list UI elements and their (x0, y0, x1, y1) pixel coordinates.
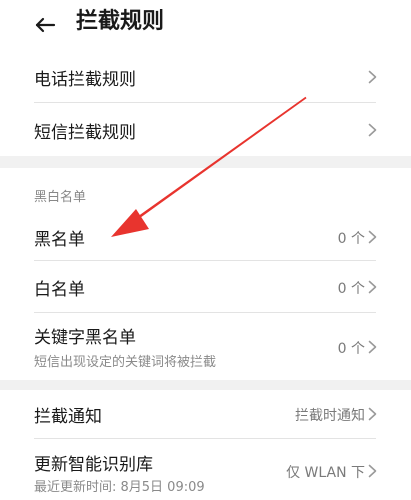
section-header: 黑白名单 (34, 190, 87, 205)
chevron-right-icon (368, 340, 377, 354)
keyword-blacklist-subtitle: 短信出现设定的关键词将被拦截 (34, 355, 217, 370)
chevron-right-icon (368, 407, 377, 421)
sms-block-rules-label: 短信拦截规则 (34, 123, 136, 143)
block-notification-value: 拦截时通知 (295, 408, 365, 424)
keyword-blacklist-count: 0 个 (337, 341, 365, 357)
chevron-right-icon (368, 464, 377, 478)
update-library-subtitle: 最近更新时间: 8月5日 09:09 (34, 480, 205, 495)
blacklist-count: 0 个 (337, 231, 365, 247)
chevron-right-icon (368, 70, 377, 84)
blackwhite-list-group: 黑白名单 黑名单 0 个 白名单 0 个 关键字黑名单 短信出现设定的关键词将被… (0, 168, 411, 380)
section-gap (0, 380, 411, 390)
back-button[interactable] (28, 10, 64, 40)
call-block-rules-item[interactable]: 电话拦截规则 (0, 52, 411, 102)
block-notification-label: 拦截通知 (34, 407, 102, 427)
whitelist-label: 白名单 (34, 280, 85, 300)
rules-group: 电话拦截规则 短信拦截规则 (0, 52, 411, 156)
chevron-right-icon (368, 123, 377, 137)
block-notification-item[interactable]: 拦截通知 拦截时通知 (0, 390, 411, 438)
chevron-right-icon (368, 280, 377, 294)
blacklist-item[interactable]: 黑名单 0 个 (0, 212, 411, 260)
call-block-rules-label: 电话拦截规则 (34, 70, 136, 90)
update-library-label: 更新智能识别库 (34, 455, 153, 475)
notification-group: 拦截通知 拦截时通知 更新智能识别库 最近更新时间: 8月5日 09:09 仅 … (0, 390, 411, 500)
whitelist-count: 0 个 (337, 281, 365, 297)
whitelist-item[interactable]: 白名单 0 个 (0, 261, 411, 312)
update-library-value: 仅 WLAN 下 (286, 465, 365, 481)
sms-block-rules-item[interactable]: 短信拦截规则 (0, 103, 411, 156)
app-header: 拦截规则 (0, 0, 411, 52)
update-library-item[interactable]: 更新智能识别库 最近更新时间: 8月5日 09:09 仅 WLAN 下 (0, 439, 411, 500)
section-gap (0, 156, 411, 168)
chevron-right-icon (368, 230, 377, 244)
page-title: 拦截规则 (76, 9, 165, 34)
keyword-blacklist-item[interactable]: 关键字黑名单 短信出现设定的关键词将被拦截 0 个 (0, 313, 411, 380)
keyword-blacklist-label: 关键字黑名单 (34, 328, 136, 348)
arrow-left-icon (35, 17, 56, 33)
blacklist-label: 黑名单 (34, 230, 85, 250)
